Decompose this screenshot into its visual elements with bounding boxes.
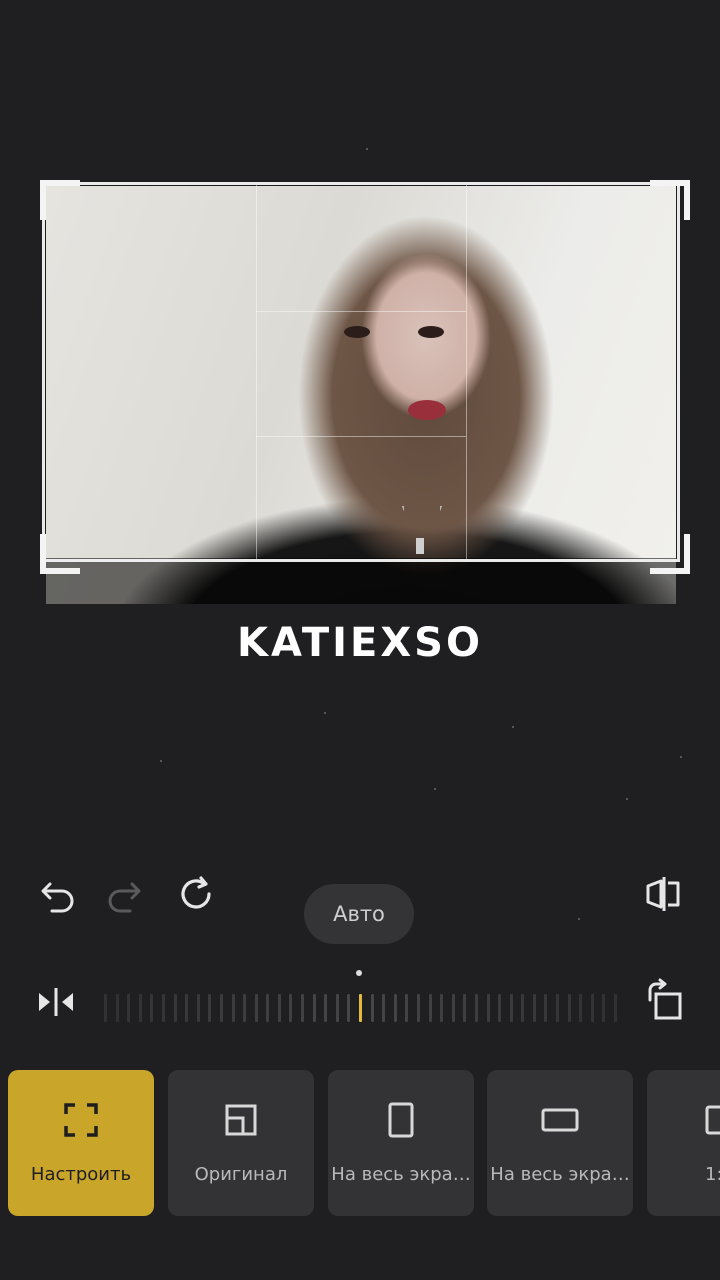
mirror-icon[interactable] — [644, 874, 684, 918]
ruler-tick — [150, 994, 153, 1022]
ruler-tick — [382, 994, 385, 1022]
aspect-option-label: Оригинал — [194, 1164, 288, 1185]
aspect-option-custom[interactable]: Настроить — [8, 1070, 154, 1216]
ruler-tick — [208, 994, 211, 1022]
ruler-tick — [533, 994, 536, 1022]
ruler-tick — [301, 994, 304, 1022]
aspect-option-label: 1: — [705, 1164, 720, 1185]
ruler-tick — [429, 994, 432, 1022]
ruler-tick — [591, 994, 594, 1022]
ruler-tick — [289, 994, 292, 1022]
square-ratio-icon — [647, 1100, 720, 1140]
crop-handle-bottom-right[interactable] — [650, 534, 690, 574]
aspect-option-fullscreen-landscape[interactable]: На весь экра… — [487, 1070, 633, 1216]
ruler-tick — [475, 994, 478, 1022]
aspect-option-label: На весь экра… — [490, 1164, 630, 1185]
aspect-option-label: Настроить — [30, 1164, 132, 1185]
reset-rotate-icon[interactable] — [176, 874, 216, 918]
ruler-center-dot — [356, 970, 362, 976]
ruler-tick — [602, 994, 605, 1022]
aspect-option-fullscreen-portrait[interactable]: На весь экра… — [328, 1070, 474, 1216]
ruler-tick — [324, 994, 327, 1022]
ruler-tick — [104, 994, 107, 1022]
ruler-tick — [417, 994, 420, 1022]
ruler-tick — [568, 994, 571, 1022]
ruler-tick — [116, 994, 119, 1022]
ruler-tick — [255, 994, 258, 1022]
portrait-fullscreen-icon — [328, 1100, 474, 1140]
ruler-tick — [139, 994, 142, 1022]
ruler-tick — [162, 994, 165, 1022]
watermark-text: KATIEXSO — [237, 620, 483, 666]
crop-grid-line — [256, 311, 466, 312]
ruler-tick — [313, 994, 316, 1022]
crop-grid-line — [256, 185, 257, 559]
ruler-tick — [556, 994, 559, 1022]
ruler-tick — [544, 994, 547, 1022]
aspect-option-square[interactable]: 1: — [647, 1070, 720, 1216]
ruler-tick — [127, 994, 130, 1022]
crop-handle-top-left[interactable] — [40, 180, 80, 220]
ruler-tick — [232, 994, 235, 1022]
straighten-slider[interactable] — [104, 994, 617, 1024]
ruler-tick — [487, 994, 490, 1022]
ruler-tick — [220, 994, 223, 1022]
ruler-tick — [371, 994, 374, 1022]
ruler-tick — [614, 994, 617, 1022]
ruler-tick — [521, 994, 524, 1022]
crop-grid-line — [256, 436, 466, 437]
crop-grid-line — [466, 185, 467, 559]
ruler-tick — [174, 994, 177, 1022]
crop-handle-bottom-left[interactable] — [40, 534, 80, 574]
crop-handle-top-right[interactable] — [650, 180, 690, 220]
redo-icon[interactable] — [104, 874, 144, 918]
crop-frame[interactable] — [42, 182, 680, 562]
ruler-tick — [336, 994, 339, 1022]
landscape-fullscreen-icon — [487, 1100, 633, 1140]
ruler-tick — [463, 994, 466, 1022]
ruler-tick — [347, 994, 350, 1022]
aspect-option-label: На весь экра… — [331, 1164, 471, 1185]
aspect-options-strip[interactable]: Настроить Оригинал На весь экра… На весь… — [8, 1070, 720, 1216]
ruler-tick — [278, 994, 281, 1022]
ruler-indicator — [359, 994, 362, 1022]
ruler-tick — [266, 994, 269, 1022]
ruler-tick — [440, 994, 443, 1022]
free-crop-icon — [8, 1100, 154, 1140]
ruler-tick — [394, 994, 397, 1022]
ruler-tick — [405, 994, 408, 1022]
ruler-tick — [579, 994, 582, 1022]
ruler-tick — [452, 994, 455, 1022]
ruler-tick — [510, 994, 513, 1022]
auto-button[interactable]: Авто — [304, 884, 414, 944]
ruler-tick — [185, 994, 188, 1022]
rotate-90-icon[interactable] — [644, 978, 686, 1026]
ruler-tick — [243, 994, 246, 1022]
original-ratio-icon — [168, 1100, 314, 1140]
ruler-tick — [498, 994, 501, 1022]
flip-horizontal-icon[interactable] — [36, 984, 76, 1024]
aspect-option-original[interactable]: Оригинал — [168, 1070, 314, 1216]
ruler-tick — [197, 994, 200, 1022]
undo-icon[interactable] — [38, 874, 78, 918]
